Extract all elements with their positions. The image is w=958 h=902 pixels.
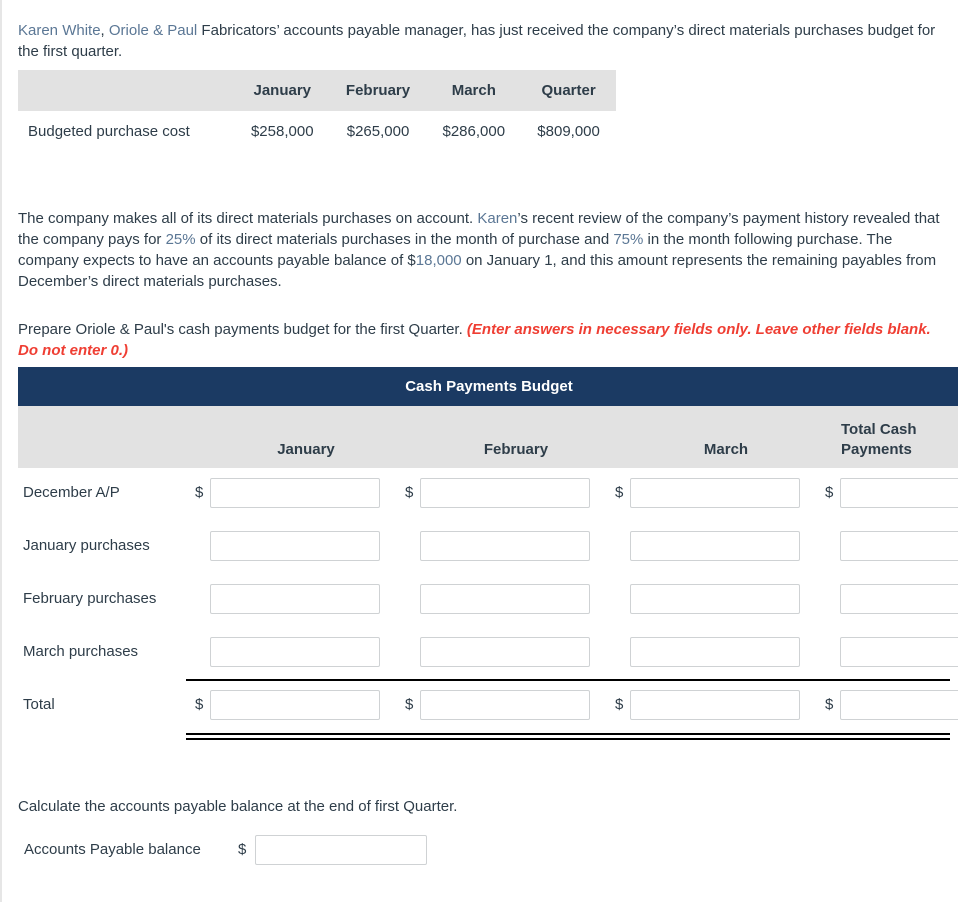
facts-value-march: $286,000	[442, 123, 506, 140]
input-december-ap-january[interactable]	[210, 478, 380, 508]
input-march-purchases-march[interactable]	[630, 637, 800, 667]
input-february-purchases-february[interactable]	[420, 584, 590, 614]
facts-value-february: $265,000	[346, 123, 410, 140]
input-february-purchases-january[interactable]	[210, 584, 380, 614]
calculate-ap-question: Calculate the accounts payable balance a…	[18, 798, 458, 815]
pct-paid-following-month: 75%	[613, 231, 644, 248]
facts-row-label: Budgeted purchase cost	[28, 123, 190, 140]
facts-value-january: $258,000	[250, 123, 314, 140]
input-march-purchases-february[interactable]	[420, 637, 590, 667]
input-total-total[interactable]	[840, 690, 958, 720]
table-row: Total $ $ $ $	[18, 680, 958, 733]
input-december-ap-february[interactable]	[420, 478, 590, 508]
company-name: Oriole & Paul	[108, 22, 198, 39]
budget-header-total-line1: Total Cash	[841, 421, 917, 438]
row-label-total: Total	[23, 696, 55, 713]
dollar-sign: $	[405, 696, 414, 713]
intro-paragraph: Karen White, Oriole & Paul Fabricators’ …	[2, 20, 958, 62]
budget-header-total-line2: Payments	[841, 441, 912, 458]
facts-header-row: January February March Quarter	[18, 70, 616, 111]
dollar-sign: $	[825, 484, 834, 501]
input-february-purchases-total[interactable]	[840, 584, 958, 614]
facts-header-march: March	[451, 82, 496, 99]
accounts-payable-balance-row: Accounts Payable balance $	[2, 833, 958, 865]
budget-header-march: March	[703, 441, 749, 458]
input-march-purchases-total[interactable]	[840, 637, 958, 667]
budget-header-january: January	[277, 441, 335, 458]
dollar-sign: $	[615, 484, 624, 501]
body-seg3: of its direct materials purchases in the…	[195, 231, 614, 248]
beginning-ap-balance: 18,000	[415, 252, 462, 269]
table-row: March purchases	[18, 627, 958, 680]
dollar-sign: $	[615, 696, 624, 713]
input-january-purchases-march[interactable]	[630, 531, 800, 561]
pct-paid-current-month: 25%	[165, 231, 196, 248]
input-march-purchases-january[interactable]	[210, 637, 380, 667]
facts-header-january: January	[253, 82, 312, 99]
table-row: February purchases	[18, 574, 958, 627]
budget-rows: December A/P $ $ $ $ January purchases F…	[18, 468, 958, 740]
intro-comma: ,	[100, 22, 109, 39]
input-february-purchases-march[interactable]	[630, 584, 800, 614]
body-student-name: Karen	[477, 210, 518, 227]
row-label-january-purchases: January purchases	[23, 537, 150, 554]
row-label-march-purchases: March purchases	[23, 643, 139, 660]
input-january-purchases-february[interactable]	[420, 531, 590, 561]
budget-title: Cash Payments Budget	[18, 367, 958, 406]
input-january-purchases-january[interactable]	[210, 531, 380, 561]
cash-payments-budget: Cash Payments Budget January February Ma…	[18, 367, 958, 740]
body-seg1: The company makes all of its direct mate…	[18, 210, 478, 227]
row-label-december-ap: December A/P	[23, 484, 120, 501]
facts-value-quarter: $809,000	[537, 123, 600, 140]
input-total-march[interactable]	[630, 690, 800, 720]
dollar-sign: $	[195, 696, 204, 713]
facts-header-blank	[18, 70, 235, 111]
input-december-ap-march[interactable]	[630, 478, 800, 508]
input-january-purchases-total[interactable]	[840, 531, 958, 561]
budget-header-february: February	[483, 441, 549, 458]
input-total-january[interactable]	[210, 690, 380, 720]
dollar-sign: $	[405, 484, 414, 501]
grand-total-rule	[186, 733, 950, 740]
prepare-instruction: Prepare Oriole & Paul's cash payments bu…	[2, 319, 958, 361]
budget-column-headers: January February March Total Cash Payment…	[18, 406, 958, 468]
facts-header-quarter: Quarter	[541, 82, 596, 99]
student-name: Karen White	[18, 22, 101, 39]
budget-header-total-cash-payments: Total Cash Payments	[841, 420, 958, 460]
input-accounts-payable-balance[interactable]	[255, 835, 427, 865]
budgeted-purchase-cost-table: January February March Quarter Budgeted …	[18, 70, 616, 152]
table-row: Budgeted purchase cost $258,000 $265,000…	[18, 111, 616, 152]
dollar-sign: $	[238, 841, 247, 858]
table-row: January purchases	[18, 521, 958, 574]
question-page: Karen White, Oriole & Paul Fabricators’ …	[0, 0, 958, 902]
facts-header-february: February	[345, 82, 411, 99]
input-total-february[interactable]	[420, 690, 590, 720]
accounts-payable-balance-label: Accounts Payable balance	[24, 841, 201, 858]
table-row: December A/P $ $ $ $	[18, 468, 958, 521]
dollar-sign: $	[195, 484, 204, 501]
payment-terms-paragraph: The company makes all of its direct mate…	[2, 208, 958, 292]
row-label-february-purchases: February purchases	[23, 590, 157, 607]
dollar-sign: $	[825, 696, 834, 713]
prepare-text: Prepare Oriole & Paul's cash payments bu…	[18, 321, 467, 338]
input-december-ap-total[interactable]	[840, 478, 958, 508]
